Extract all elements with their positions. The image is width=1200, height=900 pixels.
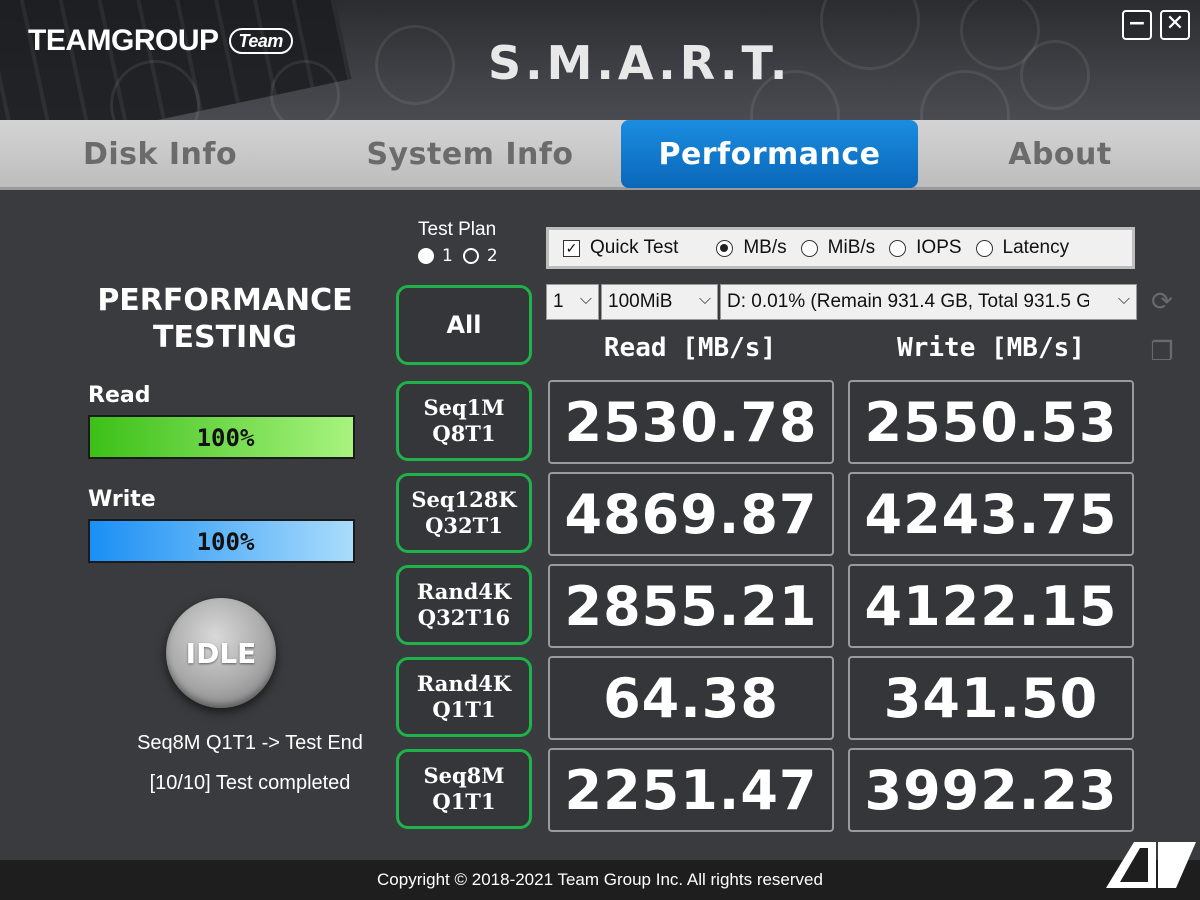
decor-circle (820, 0, 920, 70)
test-plan-option-label: 2 (486, 246, 498, 266)
tab-performance[interactable]: Performance (621, 120, 918, 188)
refresh-icon[interactable]: ⟳ (1146, 286, 1178, 318)
read-result: 4869.87 (548, 472, 834, 556)
test-count-value: 1 (553, 291, 564, 312)
read-column-header: Read [MB/s] (603, 333, 777, 363)
read-result: 2855.21 (548, 564, 834, 648)
radio-selected-icon (716, 239, 734, 257)
read-label: Read (88, 383, 151, 408)
app-title: S.M.A.R.T. (488, 36, 792, 90)
unit-radio-mbs[interactable]: MB/s (716, 237, 787, 259)
tab-bar: Disk Info System Info Performance About (0, 120, 1200, 190)
write-column-header: Write [MB/s] (897, 333, 1085, 363)
status-current-test: Seq8M Q1T1 -> Test End (137, 732, 363, 754)
radio-unselected-icon (800, 239, 818, 257)
read-progress-bar: 100% (88, 415, 355, 459)
radio-selected-icon (418, 248, 434, 264)
radio-unselected-icon (889, 239, 907, 257)
unit-label: MiB/s (827, 237, 876, 258)
drive-select[interactable]: D: 0.01% (Remain 931.4 GB, Total 931.5 G… (720, 284, 1137, 320)
read-progress-percent: 100% (196, 424, 255, 452)
unit-label: Latency (1002, 237, 1070, 258)
title-line-1: PERFORMANCE (97, 283, 353, 318)
write-result: 3992.23 (848, 748, 1134, 832)
close-button[interactable]: ✕ (1160, 10, 1190, 40)
logo-text: TEAMGROUP (28, 24, 219, 57)
tab-disk-info[interactable]: Disk Info (20, 120, 300, 188)
test-count-select[interactable]: 1 ⌵ (546, 284, 599, 320)
quick-test-label: Quick Test (590, 237, 679, 258)
performance-testing-title: PERFORMANCE TESTING (60, 282, 390, 356)
dropdown-arrow-icon: ⌵ (579, 291, 592, 308)
test-button-seq128k-q32t1[interactable]: Seq128K Q32T1 (396, 473, 532, 553)
radio-unselected-icon (462, 248, 479, 264)
idle-start-button[interactable]: IDLE (166, 598, 276, 708)
unit-radio-mibs[interactable]: MiB/s (800, 237, 876, 259)
tab-about[interactable]: About (920, 120, 1200, 188)
quick-test-checkbox[interactable]: ✓ Quick Test (563, 237, 678, 259)
unit-radio-latency[interactable]: Latency (975, 237, 1070, 259)
run-all-button[interactable]: All (396, 285, 532, 365)
teamgroup-logo: TEAMGROUP Team (28, 24, 293, 58)
dropdown-arrow-icon: ⌵ (1117, 291, 1130, 309)
tab-system-info[interactable]: System Info (320, 120, 620, 188)
test-plan-option-1[interactable]: 1 (418, 246, 453, 266)
read-result: 2251.47 (548, 748, 834, 832)
write-result: 4122.15 (848, 564, 1134, 648)
write-result: 2550.53 (848, 380, 1134, 464)
test-size-value: 100MiB (608, 291, 673, 312)
test-button-rand4k-q32t16[interactable]: Rand4K Q32T16 (396, 565, 532, 645)
decor-circle (375, 25, 455, 105)
write-label: Write (88, 487, 156, 512)
read-result: 2530.78 (548, 380, 834, 464)
dropdown-arrow-icon: ⌵ (698, 291, 711, 308)
test-size-select[interactable]: 100MiB ⌵ (601, 284, 718, 320)
copy-icon[interactable]: ❐ (1146, 336, 1178, 368)
unit-radio-iops[interactable]: IOPS (889, 237, 962, 259)
write-progress-bar: 100% (88, 519, 355, 563)
minimize-button[interactable]: − (1122, 10, 1152, 40)
write-progress-percent: 100% (196, 528, 255, 556)
decor-circle (920, 70, 1010, 120)
test-button-rand4k-q1t1[interactable]: Rand4K Q1T1 (396, 657, 532, 737)
watermark-logo (1106, 842, 1196, 888)
title-line-2: TESTING (153, 320, 297, 355)
unit-label: IOPS (916, 237, 962, 258)
team-badge: Team (228, 28, 293, 54)
checkbox-check-icon: ✓ (563, 239, 580, 257)
options-bar: ✓ Quick Test MB/s MiB/s IOPS Latency (546, 227, 1135, 269)
decor-circle (1020, 40, 1090, 110)
test-plan-option-label: 1 (442, 246, 453, 266)
write-result: 4243.75 (848, 472, 1134, 556)
test-plan-options: 1 2 (418, 246, 498, 266)
read-result: 64.38 (548, 656, 834, 740)
drive-value: D: 0.01% (Remain 931.4 GB, Total 931.5 G… (727, 291, 1089, 312)
test-plan-label: Test Plan (418, 219, 497, 240)
copyright-footer: Copyright © 2018-2021 Team Group Inc. Al… (0, 860, 1200, 900)
test-button-seq8m-q1t1[interactable]: Seq8M Q1T1 (396, 749, 532, 829)
title-bar: TEAMGROUP Team S.M.A.R.T. − ✕ (0, 0, 1200, 120)
test-plan-option-2[interactable]: 2 (462, 246, 498, 266)
write-result: 341.50 (848, 656, 1134, 740)
unit-label: MB/s (743, 237, 787, 258)
status-progress: [10/10] Test completed (149, 772, 351, 794)
radio-unselected-icon (975, 239, 993, 257)
test-button-seq1m-q8t1[interactable]: Seq1M Q8T1 (396, 381, 532, 461)
